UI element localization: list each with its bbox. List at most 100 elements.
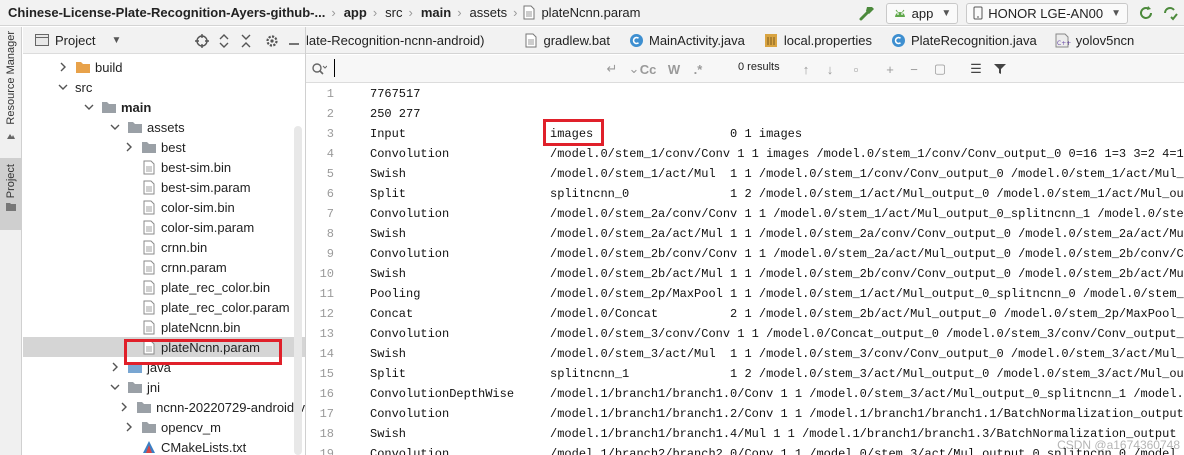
- tree-item-label: best: [161, 139, 186, 155]
- remove-occurrence-icon[interactable]: −: [904, 59, 924, 79]
- tree-item[interactable]: build: [23, 57, 305, 77]
- tree-item[interactable]: plate_rec_color.bin: [23, 277, 305, 297]
- tree-item-label: build: [95, 59, 123, 75]
- run-config-label: app: [911, 5, 934, 21]
- code-line: Swish /model.0/stem_2b/act/Mul 1 1 /mode…: [370, 267, 1184, 281]
- tree-item[interactable]: best-sim.bin: [23, 157, 305, 177]
- project-panel-tools: [191, 27, 305, 54]
- tree-item-label: plateNcnn.bin: [161, 319, 241, 335]
- tree-item-label: color-sim.bin: [161, 199, 235, 215]
- tree-item[interactable]: best-sim.param: [23, 177, 305, 197]
- code-line: 7767517: [370, 87, 421, 101]
- tree-item[interactable]: crnn.bin: [23, 237, 305, 257]
- code-line: Swish /model.0/stem_2a/act/Mul 1 1 /mode…: [370, 227, 1184, 241]
- add-occurrence-icon[interactable]: +: [880, 59, 900, 79]
- new-line-icon[interactable]: ↵: [602, 59, 622, 79]
- search-icon[interactable]: [309, 59, 329, 79]
- editor-tab[interactable]: C++ yolov5ncn: [1047, 27, 1145, 53]
- editor-tab[interactable]: late-Recognition-ncnn-android): [306, 27, 515, 53]
- breadcrumb-main[interactable]: main: [413, 5, 451, 20]
- line-number: 11: [319, 287, 334, 301]
- filter-options-icon[interactable]: ☰: [966, 59, 986, 79]
- code-line: Split splitncnn_0 1 2 /model.0/stem_1/ac…: [370, 187, 1184, 201]
- hide-icon[interactable]: [283, 30, 305, 52]
- resource-manager-icon: [5, 129, 17, 141]
- tree-item[interactable]: crnn.param: [23, 257, 305, 277]
- editor-tab[interactable]: local.properties: [755, 27, 882, 53]
- cmake-file-icon: [141, 439, 157, 455]
- search-input[interactable]: [332, 58, 600, 80]
- next-occurrence-icon[interactable]: ↓: [820, 59, 840, 79]
- breadcrumb-app[interactable]: app: [336, 5, 367, 20]
- tree-item[interactable]: ncnn-20220729-android-v: [23, 397, 305, 417]
- chevron-right-icon[interactable]: [109, 361, 121, 373]
- locate-icon[interactable]: [191, 30, 213, 52]
- breadcrumb-src[interactable]: src: [377, 5, 402, 20]
- code-line: Swish /model.0/stem_3/act/Mul 1 1 /model…: [370, 347, 1184, 361]
- chevron-down-icon[interactable]: [109, 121, 121, 133]
- expand-all-icon[interactable]: [213, 30, 235, 52]
- select-all-occurrences-icon[interactable]: ▫: [846, 59, 866, 79]
- run-config-select[interactable]: app ▼: [885, 2, 959, 24]
- tree-item[interactable]: src: [23, 77, 305, 97]
- chevron-right-icon[interactable]: [57, 61, 69, 73]
- refresh-icon[interactable]: [1136, 3, 1156, 23]
- chevron-right-icon[interactable]: [123, 141, 135, 153]
- tool-window-stripe: Resource Manager Project: [0, 27, 22, 455]
- line-number: 14: [319, 347, 334, 361]
- hammer-icon[interactable]: [856, 2, 878, 24]
- chevron-down-icon[interactable]: [83, 101, 95, 113]
- chevron-right-icon[interactable]: [119, 401, 130, 413]
- apply-changes-icon[interactable]: [1160, 3, 1180, 23]
- code-line: Split splitncnn_1 1 2 /model.0/stem_3/ac…: [370, 367, 1184, 381]
- code-editor[interactable]: 7767517 250 277 Input images 0 1 images Con…: [366, 84, 1184, 455]
- regex-icon[interactable]: .*: [688, 59, 708, 79]
- editor-tab[interactable]: PlateRecognition.java: [882, 27, 1047, 53]
- find-bar: ↵ ⌄ Cc W .* 0 results ↑ ↓ ▫ + − ▢ ☰: [306, 55, 1184, 83]
- folder-icon: [141, 139, 157, 155]
- project-view-icon: [35, 34, 49, 46]
- tree-item[interactable]: plate_rec_color.param: [23, 297, 305, 317]
- resource-manager-tab[interactable]: Resource Manager: [0, 31, 22, 141]
- breadcrumb-file[interactable]: plateNcnn.param: [517, 5, 640, 21]
- project-tab[interactable]: Project: [0, 158, 22, 230]
- collapse-all-icon[interactable]: [235, 30, 257, 52]
- tree-item[interactable]: CMakeLists.txt: [23, 437, 305, 455]
- select-all-icon[interactable]: ▢: [930, 59, 950, 79]
- text-caret: [334, 59, 335, 77]
- chevron-down-icon[interactable]: [109, 381, 121, 393]
- navigation-bar: Chinese-License-Plate-Recognition-Ayers-…: [0, 0, 1184, 26]
- gear-icon[interactable]: [261, 30, 283, 52]
- chevron-down-icon: ▼: [1111, 7, 1121, 19]
- watermark: CSDN @a1674360748: [1057, 438, 1180, 452]
- line-number-gutter: 1 2 3 4 5 6 7 8 9 10 11 12 13 14 15 16 17 18 19: [306, 84, 366, 455]
- tree-item[interactable]: opencv_m: [23, 417, 305, 437]
- chevron-down-icon[interactable]: [57, 81, 69, 93]
- whole-words-icon[interactable]: W: [664, 59, 684, 79]
- device-select[interactable]: HONOR LGE-AN00 ▼: [966, 2, 1128, 24]
- code-line: Concat /model.0/Concat 2 1 /model.0/stem…: [370, 307, 1184, 321]
- filter-icon[interactable]: [990, 59, 1010, 79]
- chevron-down-icon[interactable]: ▼: [111, 35, 121, 46]
- chevron-right-icon[interactable]: [123, 421, 135, 433]
- tree-scrollbar[interactable]: [294, 126, 302, 455]
- tree-item[interactable]: color-sim.param: [23, 217, 305, 237]
- tree-item[interactable]: assets: [23, 117, 305, 137]
- tree-item[interactable]: best: [23, 137, 305, 157]
- tree-item-label: assets: [147, 119, 185, 135]
- breadcrumb-separator: ›: [513, 5, 518, 20]
- editor-tab[interactable]: gradlew.bat: [515, 27, 621, 53]
- tree-item[interactable]: main: [23, 97, 305, 117]
- breadcrumb-project[interactable]: Chinese-License-Plate-Recognition-Ayers-…: [0, 5, 325, 20]
- editor-tab[interactable]: MainActivity.java: [620, 27, 755, 53]
- match-case-icon[interactable]: Cc: [638, 59, 658, 79]
- tree-item[interactable]: color-sim.bin: [23, 197, 305, 217]
- line-number: 1: [326, 87, 334, 101]
- run-toolbar: app ▼ HONOR LGE-AN00 ▼: [855, 0, 1184, 25]
- code-line: Convolution /model.1/branch1/branch1.2/C…: [370, 407, 1184, 421]
- breadcrumb-assets[interactable]: assets: [462, 5, 508, 20]
- project-panel-title[interactable]: Project: [55, 33, 95, 48]
- tree-item[interactable]: plateNcnn.bin: [23, 317, 305, 337]
- tree-item[interactable]: jni: [23, 377, 305, 397]
- previous-occurrence-icon[interactable]: ↑: [796, 59, 816, 79]
